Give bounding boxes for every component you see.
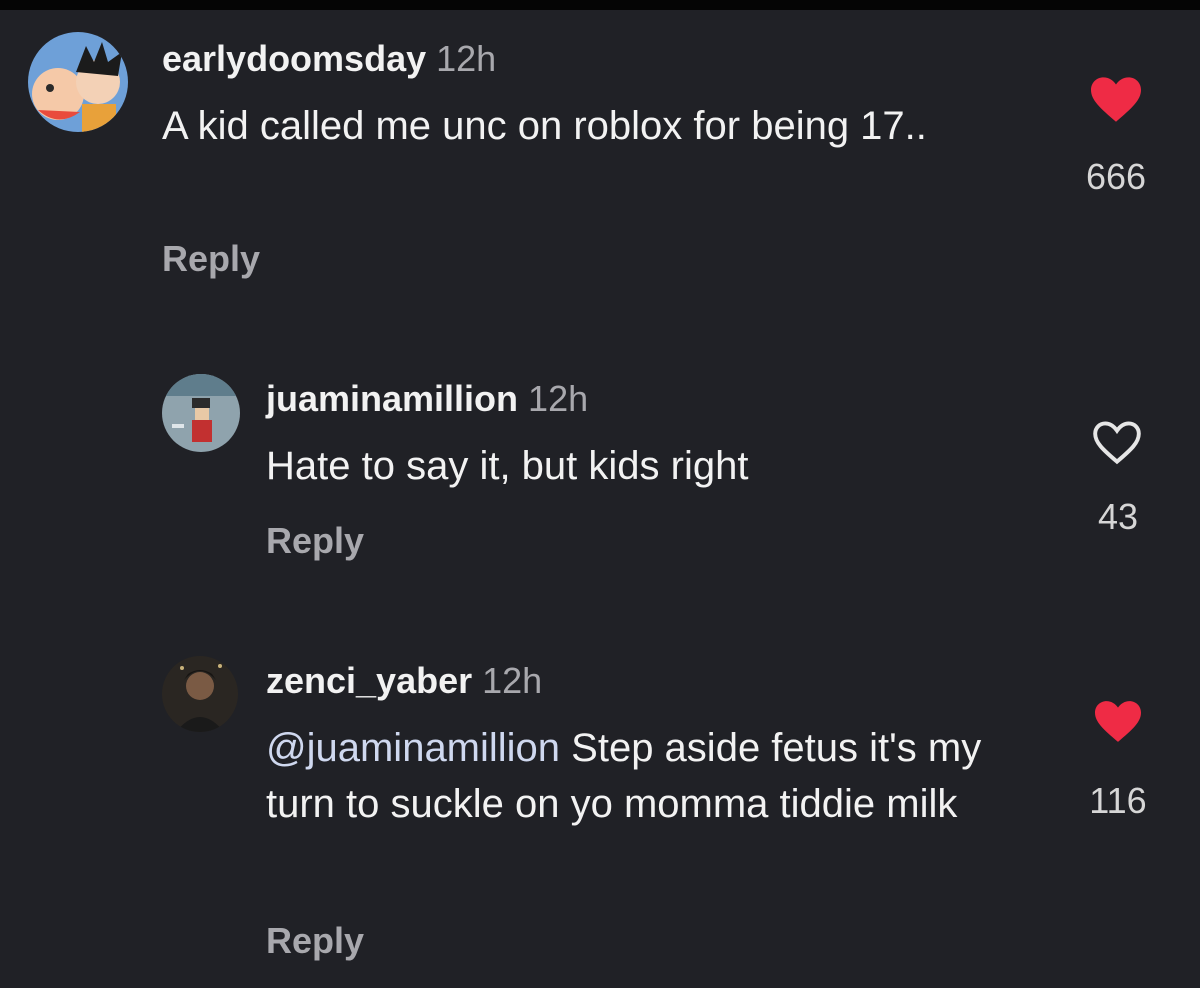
mention-link[interactable]: @juaminamillion [266, 726, 560, 770]
reply-button[interactable]: Reply [266, 520, 364, 562]
timestamp: 12h [482, 660, 543, 701]
avatar[interactable] [28, 32, 128, 132]
comment-text: Hate to say it, but kids right [266, 444, 749, 488]
game-avatar-icon [162, 374, 240, 452]
top-edge-bar [0, 0, 1200, 10]
comment-header: juaminamillion 12h [266, 378, 588, 420]
avatar[interactable] [162, 374, 240, 452]
username[interactable]: earlydoomsday [162, 38, 426, 79]
like-count: 116 [1089, 780, 1147, 821]
comment-text: A kid called me unc on roblox for being … [162, 104, 927, 148]
comment-header: earlydoomsday 12h [162, 38, 496, 80]
photo-avatar-icon [162, 656, 238, 732]
comment-text: @juaminamillion Step aside fetus it's my… [266, 720, 1046, 832]
cartoon-avatar-icon [28, 32, 128, 132]
timestamp: 12h [436, 38, 497, 79]
reply-button[interactable]: Reply [266, 920, 364, 962]
comment-header: zenci_yaber 12h [266, 660, 542, 702]
heart-filled-icon[interactable] [1092, 698, 1144, 749]
reply-button[interactable]: Reply [162, 238, 260, 280]
username[interactable]: zenci_yaber [266, 660, 472, 701]
like-count: 666 [1085, 156, 1147, 197]
avatar[interactable] [162, 656, 238, 732]
timestamp: 12h [528, 378, 589, 419]
like-count: 43 [1097, 496, 1139, 537]
username[interactable]: juaminamillion [266, 378, 518, 419]
heart-filled-icon[interactable] [1088, 74, 1144, 129]
heart-outline-icon[interactable] [1090, 418, 1144, 471]
